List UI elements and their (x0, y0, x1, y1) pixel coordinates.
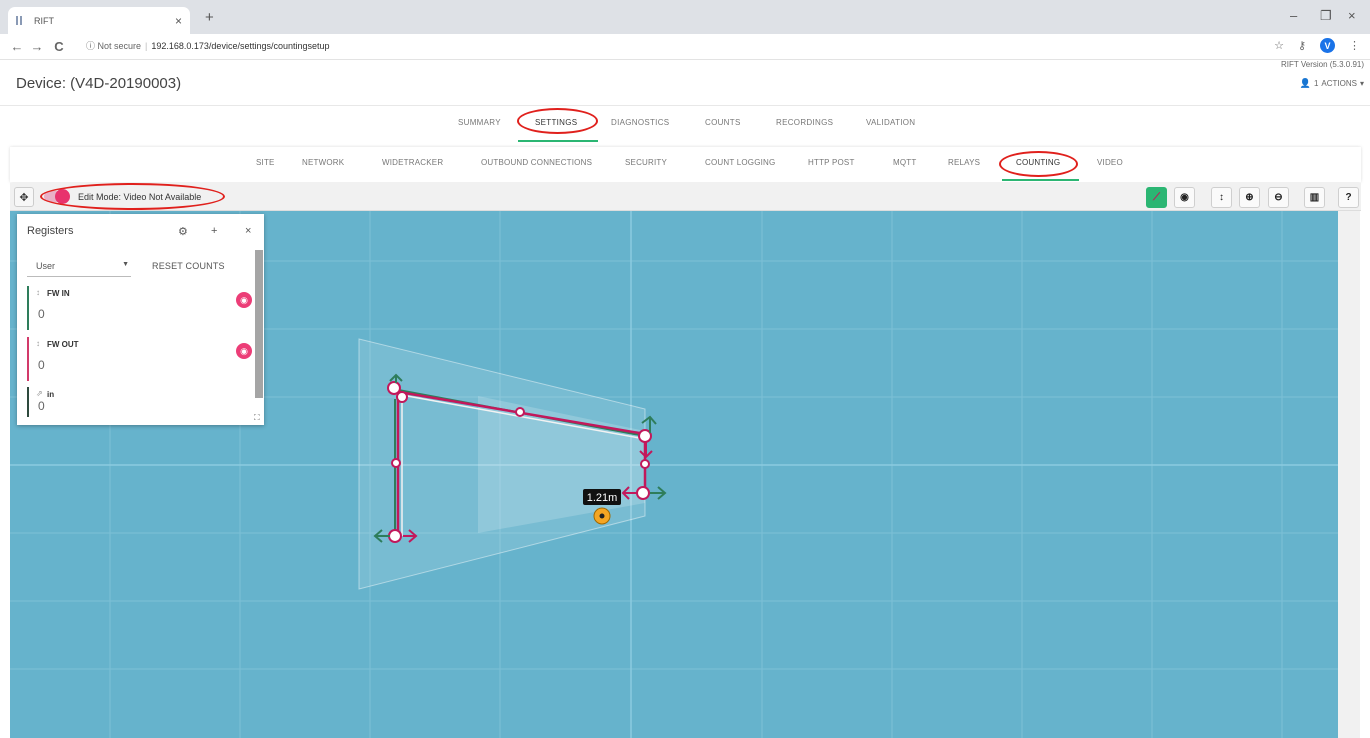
expand-panel-icon[interactable]: ⛶ (254, 413, 260, 423)
subtab-network[interactable]: NETWORK (302, 158, 344, 167)
register-item-fw-out[interactable]: ↕ FW OUT 0 ◉ (27, 337, 252, 381)
zoom-in-icon[interactable]: ⊕ (1239, 187, 1260, 208)
draw-line-icon[interactable]: ⟋ (1146, 187, 1167, 208)
address-bar: ← → C ⓘ Not secure | 192.168.0.173/devic… (0, 34, 1370, 60)
url-separator: | (145, 40, 148, 51)
tab-diagnostics[interactable]: DIAGNOSTICS (611, 118, 669, 127)
subtab-security[interactable]: SECURITY (625, 158, 667, 167)
register-name: FW IN (47, 289, 70, 298)
edit-mode-label: Edit Mode: Video Not Available (78, 192, 202, 202)
bookmark-star-icon[interactable]: ☆ (1274, 39, 1284, 52)
new-tab-button[interactable]: + (205, 9, 214, 26)
toggle-knob (55, 189, 70, 204)
subtab-site[interactable]: SITE (256, 158, 275, 167)
registers-title: Registers (27, 225, 74, 237)
actions-menu[interactable]: 👤 1 ACTIONS ▾ (1300, 78, 1364, 89)
register-item-fw-in[interactable]: ↕ FW IN 0 ◉ (27, 286, 252, 330)
restore-button[interactable]: ❐ (1320, 8, 1332, 24)
back-icon[interactable]: ← (8, 39, 26, 54)
password-key-icon[interactable]: ⚷ (1298, 39, 1306, 52)
settings-subnav-card (10, 147, 1361, 182)
visibility-eye-icon[interactable]: ◉ (236, 343, 252, 359)
add-register-icon[interactable]: + (211, 225, 217, 237)
tab-title: RIFT (34, 15, 54, 26)
measurement-text: 1.21m (587, 492, 618, 504)
subtab-video[interactable]: VIDEO (1097, 158, 1123, 167)
tab-recordings[interactable]: RECORDINGS (776, 118, 833, 127)
subtab-outbound-connections[interactable]: OUTBOUND CONNECTIONS (481, 158, 592, 167)
subtab-widetracker[interactable]: WIDETRACKER (382, 158, 443, 167)
registers-scrollbar[interactable] (255, 250, 263, 398)
active-tab-underline (518, 140, 598, 142)
register-count: 0 (38, 399, 45, 413)
forward-icon[interactable]: → (28, 39, 46, 54)
active-subtab-underline (1002, 179, 1079, 181)
move-icon[interactable]: ✥ (14, 187, 34, 207)
eye-icon[interactable]: ◉ (1174, 187, 1195, 208)
browser-tab-bar: RIFT × + – ❐ × (0, 0, 1370, 34)
measurement-label: 1.21m (583, 489, 621, 505)
tab-counts[interactable]: COUNTS (705, 118, 741, 127)
register-name: FW OUT (47, 340, 79, 349)
tab-settings[interactable]: SETTINGS (535, 118, 577, 127)
tab-summary[interactable]: SUMMARY (458, 118, 501, 127)
rift-favicon-icon (16, 15, 28, 27)
url-text[interactable]: 192.168.0.173/device/settings/countingse… (151, 41, 329, 51)
actions-label[interactable]: ACTIONS (1321, 79, 1357, 88)
chevron-down-icon: ▾ (1359, 79, 1364, 88)
tab-close-icon[interactable]: × (175, 14, 182, 28)
subtab-relays[interactable]: RELAYS (948, 158, 980, 167)
page-title: Device: (V4D-20190003) (16, 75, 182, 92)
url-field[interactable]: ⓘ Not secure | 192.168.0.173/device/sett… (86, 39, 330, 52)
main-nav: SUMMARY SETTINGS DIAGNOSTICS COUNTS RECO… (0, 105, 1370, 143)
register-filter-select[interactable]: User ▼ (27, 257, 131, 277)
visibility-eye-icon[interactable]: ◉ (236, 292, 252, 308)
close-panel-icon[interactable]: × (245, 225, 251, 237)
register-count: 0 (38, 307, 45, 321)
version-label: RIFT Version (5.3.0.91) (1281, 60, 1364, 69)
zone-register-icon: ⇗ (36, 389, 43, 398)
canvas-scrollbar[interactable] (1338, 211, 1360, 738)
security-indicator[interactable]: ⓘ Not secure (86, 39, 141, 52)
reset-counts-button[interactable]: RESET COUNTS (152, 261, 225, 271)
register-count: 0 (38, 358, 45, 372)
browser-menu-icon[interactable]: ⋮ (1349, 39, 1360, 52)
gear-icon[interactable]: ⚙ (178, 225, 188, 238)
user-icon: 👤 (1299, 78, 1311, 88)
height-icon[interactable]: ↕ (1211, 187, 1232, 208)
caret-down-icon: ▼ (122, 261, 129, 268)
map-icon[interactable]: ▥ (1304, 187, 1325, 208)
browser-tab[interactable]: RIFT × (8, 7, 190, 34)
help-icon[interactable]: ? (1338, 187, 1359, 208)
browser-actions: ☆ ⚷ V ⋮ (1274, 38, 1360, 53)
minimize-button[interactable]: – (1290, 8, 1297, 23)
registers-panel: Registers ⚙ + × User ▼ RESET COUNTS ↕ FW… (17, 214, 264, 425)
profile-avatar[interactable]: V (1320, 38, 1335, 53)
subtab-mqtt[interactable]: MQTT (893, 158, 916, 167)
line-register-icon: ↕ (36, 288, 40, 297)
zoom-out-icon[interactable]: ⊖ (1268, 187, 1289, 208)
edit-mode-toggle[interactable] (44, 189, 70, 204)
reload-icon[interactable]: C (50, 39, 68, 54)
window-close-button[interactable]: × (1348, 8, 1356, 23)
subtab-count-logging[interactable]: COUNT LOGGING (705, 158, 775, 167)
subtab-http-post[interactable]: HTTP POST (808, 158, 855, 167)
line-register-icon: ↕ (36, 339, 40, 348)
register-filter-value: User (36, 261, 56, 271)
subtab-counting[interactable]: COUNTING (1016, 158, 1060, 167)
tab-validation[interactable]: VALIDATION (866, 118, 915, 127)
user-count: 1 (1313, 79, 1319, 88)
sensor-icon[interactable] (593, 507, 611, 525)
register-name: in (47, 390, 55, 399)
register-item-in[interactable]: ⇗ in 0 (27, 387, 252, 417)
